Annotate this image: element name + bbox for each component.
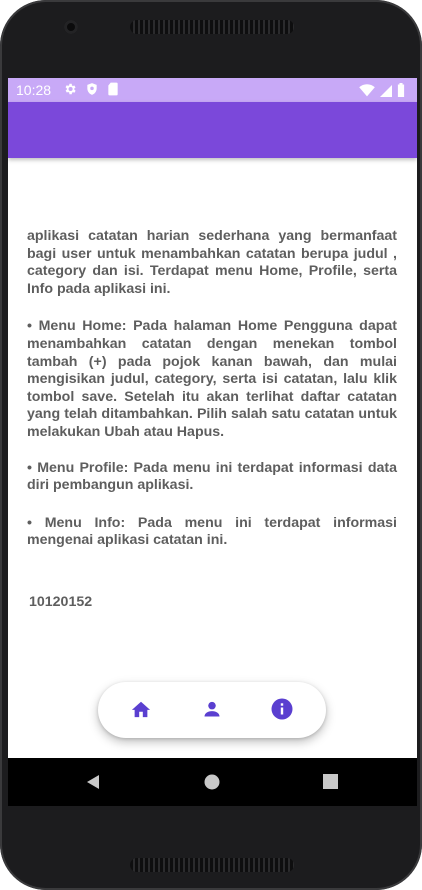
about-content: aplikasi catatan harian sederhana yang b…	[27, 228, 397, 550]
nav-profile-button[interactable]	[198, 695, 226, 723]
home-circle-icon	[204, 774, 220, 790]
status-time: 10:28	[16, 82, 52, 98]
bottom-navigation	[98, 682, 326, 738]
gear-icon	[63, 82, 77, 99]
system-navigation-bar	[8, 758, 417, 806]
battery-icon	[397, 83, 405, 100]
wifi-icon	[359, 83, 375, 100]
home-icon	[131, 701, 151, 718]
recents-button[interactable]	[322, 773, 339, 795]
app-bar	[8, 102, 417, 158]
back-icon	[87, 775, 99, 789]
nav-info-button[interactable]	[268, 695, 296, 723]
screen: 10:28 aplikasi catatan harian sederhana …	[8, 78, 417, 806]
intro-text: aplikasi catatan harian sederhana yang b…	[27, 228, 397, 297]
front-camera	[64, 20, 78, 34]
bottom-speaker	[130, 858, 294, 872]
menu-home-text: • Menu Home: Pada halaman Home Pengguna …	[27, 318, 397, 440]
person-icon	[204, 701, 220, 717]
home-nav-button[interactable]	[203, 773, 221, 796]
sim-card-icon	[107, 82, 119, 99]
phone-frame: 10:28 aplikasi catatan harian sederhana …	[0, 0, 422, 890]
status-bar: 10:28	[8, 78, 417, 102]
earpiece-speaker	[130, 20, 294, 34]
nav-home-button[interactable]	[127, 695, 155, 723]
shield-icon	[85, 82, 99, 99]
recents-icon	[323, 774, 338, 789]
signal-icon	[380, 84, 392, 100]
menu-profile-text: • Menu Profile: Pada menu ini terdapat i…	[27, 459, 397, 494]
nim-text: 10120152	[29, 594, 93, 610]
menu-info-text: • Menu Info: Pada menu ini terdapat info…	[27, 514, 397, 549]
back-button[interactable]	[84, 773, 102, 796]
info-icon	[271, 698, 293, 720]
